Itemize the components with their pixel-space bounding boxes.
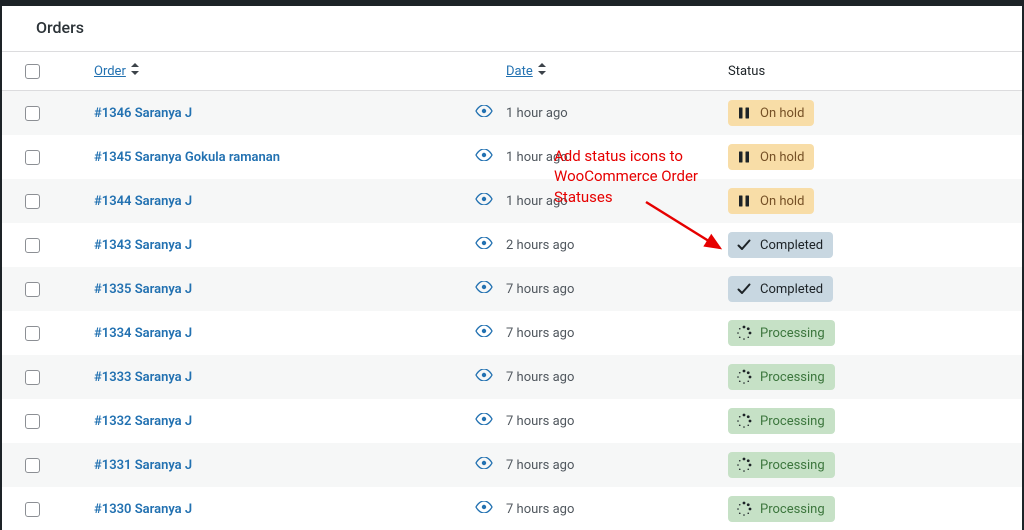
spinner-icon bbox=[736, 457, 752, 473]
order-date: 1 hour ago bbox=[506, 194, 568, 209]
preview-eye-icon[interactable] bbox=[475, 281, 493, 297]
preview-eye-icon[interactable] bbox=[475, 237, 493, 253]
row-checkbox[interactable] bbox=[25, 238, 40, 253]
status-badge: Processing bbox=[728, 496, 835, 522]
order-date: 7 hours ago bbox=[506, 282, 574, 297]
table-row[interactable]: #1334 Saranya J 7 hours ago Processing bbox=[2, 311, 1022, 355]
order-link[interactable]: #1331 Saranya J bbox=[94, 458, 192, 473]
status-badge: On hold bbox=[728, 100, 814, 126]
column-header-date-label: Date bbox=[506, 64, 533, 79]
status-badge: Completed bbox=[728, 232, 833, 258]
check-icon bbox=[736, 237, 752, 253]
orders-table-body: #1346 Saranya J1 hour agoOn hold#1345 Sa… bbox=[2, 91, 1022, 530]
table-row[interactable]: #1332 Saranya J 7 hours ago Processing bbox=[2, 399, 1022, 443]
orders-panel: Orders Order Date Status #1346 Saranya J… bbox=[2, 6, 1022, 530]
status-badge: Processing bbox=[728, 320, 835, 346]
preview-eye-icon[interactable] bbox=[475, 105, 493, 121]
status-label: Processing bbox=[760, 414, 825, 429]
status-label: On hold bbox=[760, 150, 804, 165]
spinner-icon bbox=[736, 413, 752, 429]
status-label: Completed bbox=[760, 238, 823, 253]
spinner-icon bbox=[736, 369, 752, 385]
order-link[interactable]: #1333 Saranya J bbox=[94, 370, 192, 385]
order-link[interactable]: #1346 Saranya J bbox=[94, 106, 192, 121]
status-label: Processing bbox=[760, 458, 825, 473]
order-link[interactable]: #1332 Saranya J bbox=[94, 414, 192, 429]
status-badge: Processing bbox=[728, 452, 835, 478]
preview-eye-icon[interactable] bbox=[475, 149, 493, 165]
order-link[interactable]: #1330 Saranya J bbox=[94, 502, 192, 517]
order-link[interactable]: #1335 Saranya J bbox=[94, 282, 192, 297]
status-badge: Processing bbox=[728, 364, 835, 390]
order-date: 7 hours ago bbox=[506, 502, 574, 517]
sort-icon bbox=[130, 63, 140, 78]
row-checkbox[interactable] bbox=[25, 282, 40, 297]
preview-eye-icon[interactable] bbox=[475, 193, 493, 209]
preview-eye-icon[interactable] bbox=[475, 369, 493, 385]
order-date: 1 hour ago bbox=[506, 150, 568, 165]
order-date: 7 hours ago bbox=[506, 414, 574, 429]
status-badge: Processing bbox=[728, 408, 835, 434]
spinner-icon bbox=[736, 325, 752, 341]
row-checkbox[interactable] bbox=[25, 370, 40, 385]
order-date: 7 hours ago bbox=[506, 458, 574, 473]
preview-eye-icon[interactable] bbox=[475, 325, 493, 341]
order-date: 7 hours ago bbox=[506, 370, 574, 385]
order-link[interactable]: #1344 Saranya J bbox=[94, 194, 192, 209]
status-label: On hold bbox=[760, 194, 804, 209]
table-row[interactable]: #1345 Saranya Gokula ramanan 1 hour ago On… bbox=[2, 135, 1022, 179]
status-label: Completed bbox=[760, 282, 823, 297]
order-link[interactable]: #1343 Saranya J bbox=[94, 238, 192, 253]
status-badge: Completed bbox=[728, 276, 833, 302]
select-all-checkbox[interactable] bbox=[25, 64, 40, 79]
status-label: Processing bbox=[760, 370, 825, 385]
order-date: 1 hour ago bbox=[506, 106, 568, 121]
order-date: 2 hours ago bbox=[506, 238, 574, 253]
column-header-order[interactable]: Order bbox=[94, 63, 140, 79]
table-row[interactable]: #1346 Saranya J 1 hour ago On hold bbox=[2, 91, 1022, 135]
pause-icon bbox=[736, 193, 752, 209]
row-checkbox[interactable] bbox=[25, 194, 40, 209]
check-icon bbox=[736, 281, 752, 297]
row-checkbox[interactable] bbox=[25, 106, 40, 121]
order-link[interactable]: #1334 Saranya J bbox=[94, 326, 192, 341]
row-checkbox[interactable] bbox=[25, 458, 40, 473]
status-badge: On hold bbox=[728, 144, 814, 170]
page-title: Orders bbox=[2, 6, 1022, 52]
sort-icon bbox=[537, 63, 547, 78]
row-checkbox[interactable] bbox=[25, 150, 40, 165]
row-checkbox[interactable] bbox=[25, 414, 40, 429]
row-checkbox[interactable] bbox=[25, 326, 40, 341]
preview-eye-icon[interactable] bbox=[475, 413, 493, 429]
status-badge: On hold bbox=[728, 188, 814, 214]
preview-eye-icon[interactable] bbox=[475, 501, 493, 517]
column-header-order-label: Order bbox=[94, 64, 126, 79]
column-header-date[interactable]: Date bbox=[506, 63, 547, 79]
table-header: Order Date Status bbox=[2, 52, 1022, 91]
status-label: Processing bbox=[760, 502, 825, 517]
row-checkbox[interactable] bbox=[25, 502, 40, 517]
table-row[interactable]: #1344 Saranya J 1 hour ago On hold bbox=[2, 179, 1022, 223]
order-link[interactable]: #1345 Saranya Gokula ramanan bbox=[94, 150, 280, 165]
status-label: Processing bbox=[760, 326, 825, 341]
table-row[interactable]: #1333 Saranya J 7 hours ago Processing bbox=[2, 355, 1022, 399]
order-date: 7 hours ago bbox=[506, 326, 574, 341]
preview-eye-icon[interactable] bbox=[475, 457, 493, 473]
spinner-icon bbox=[736, 501, 752, 517]
table-row[interactable]: #1331 Saranya J 7 hours ago Processing bbox=[2, 443, 1022, 487]
pause-icon bbox=[736, 105, 752, 121]
column-header-status: Status bbox=[728, 64, 765, 79]
table-row[interactable]: #1330 Saranya J 7 hours ago Processing bbox=[2, 487, 1022, 530]
table-row[interactable]: #1335 Saranya J 7 hours ago Completed bbox=[2, 267, 1022, 311]
table-row[interactable]: #1343 Saranya J 2 hours ago Completed bbox=[2, 223, 1022, 267]
status-label: On hold bbox=[760, 106, 804, 121]
pause-icon bbox=[736, 149, 752, 165]
